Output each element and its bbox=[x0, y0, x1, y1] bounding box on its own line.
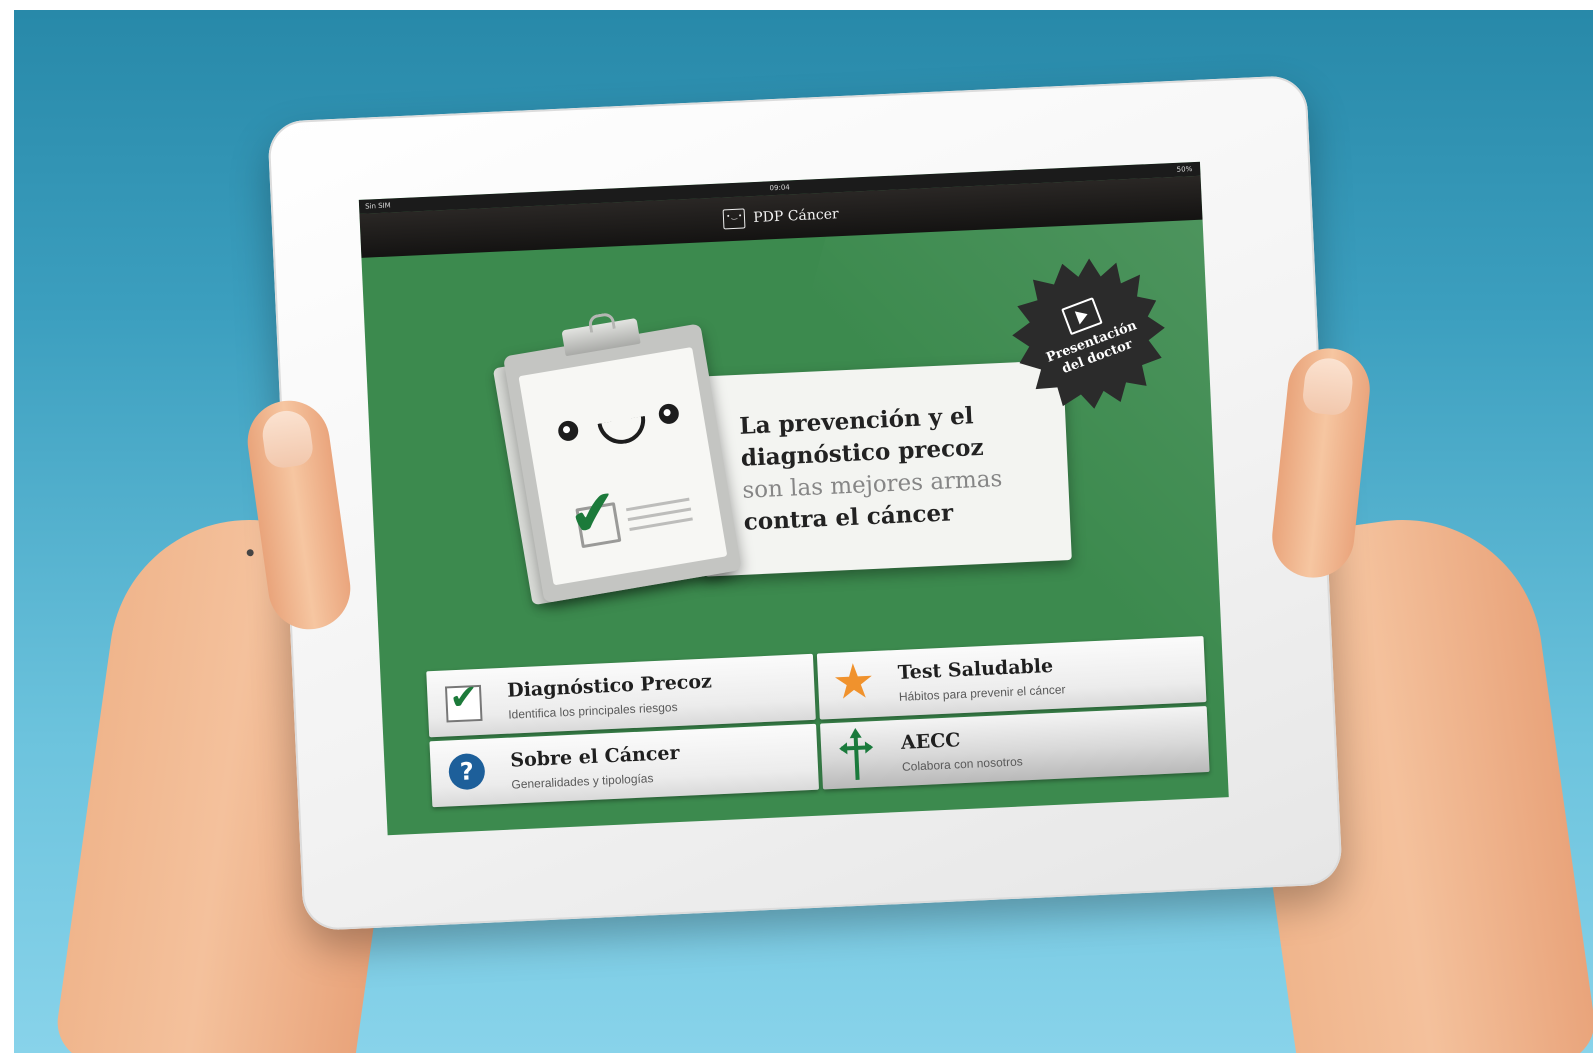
right-eye bbox=[657, 402, 681, 426]
slogan-card: La prevención y el diagnóstico precoz so… bbox=[695, 360, 1072, 577]
left-thumbnail bbox=[259, 407, 315, 470]
battery-level: 50% bbox=[1176, 165, 1193, 174]
clipboard-paper: ✔ bbox=[518, 347, 728, 586]
tile-title: AECC bbox=[900, 729, 961, 754]
app-screen: Sin SIM 09:04 50% PDP Cáncer La prevenci… bbox=[358, 161, 1229, 836]
top-border bbox=[0, 0, 1593, 10]
text-lines bbox=[625, 497, 694, 538]
slogan-text: La prevención y el diagnóstico precoz so… bbox=[739, 399, 1005, 539]
tile-subtitle: Generalidades y tipologías bbox=[511, 771, 654, 792]
tile-aecc[interactable]: AECC Colabora con nosotros bbox=[820, 705, 1210, 790]
left-border bbox=[0, 0, 14, 1053]
question-icon: ? bbox=[448, 752, 486, 791]
right-thumbnail bbox=[1301, 355, 1355, 417]
checkbox-icon bbox=[444, 684, 483, 723]
tile-title: Diagnóstico Precoz bbox=[506, 670, 713, 702]
tile-subtitle: Hábitos para prevenir el cáncer bbox=[898, 682, 1066, 704]
left-eye bbox=[556, 419, 580, 443]
tile-diagnostico-precoz[interactable]: Diagnóstico Precoz Identifica los princi… bbox=[426, 653, 816, 738]
tile-sobre-el-cancer[interactable]: ? Sobre el Cáncer Generalidades y tipolo… bbox=[429, 723, 820, 808]
smile bbox=[597, 415, 649, 448]
aecc-cross-icon bbox=[838, 727, 874, 782]
clipboard-mascot-icon: ✔ bbox=[492, 317, 744, 613]
tile-title: Test Saludable bbox=[897, 654, 1054, 684]
play-icon bbox=[1061, 297, 1103, 335]
clipboard-board: ✔ bbox=[502, 317, 742, 604]
checkmark-icon: ✔ bbox=[562, 475, 625, 553]
hero-banner: La prevención y el diagnóstico precoz so… bbox=[492, 308, 1085, 606]
app-logo-icon bbox=[722, 208, 746, 230]
tile-title: Sobre el Cáncer bbox=[509, 741, 680, 772]
clipboard-clip bbox=[561, 317, 641, 357]
tablet-device: Sin SIM 09:04 50% PDP Cáncer La prevenci… bbox=[246, 74, 1343, 932]
tile-subtitle: Identifica los principales riesgos bbox=[507, 699, 678, 722]
star-icon: ★ bbox=[830, 653, 877, 711]
photo-scene: Sin SIM 09:04 50% PDP Cáncer La prevenci… bbox=[0, 0, 1593, 1053]
tile-subtitle: Colabora con nosotros bbox=[901, 754, 1024, 774]
app-title: PDP Cáncer bbox=[752, 206, 839, 227]
seal-label: Presentación del doctor bbox=[1044, 318, 1145, 381]
tile-test-saludable[interactable]: ★ Test Saludable Hábitos para prevenir e… bbox=[816, 636, 1207, 720]
